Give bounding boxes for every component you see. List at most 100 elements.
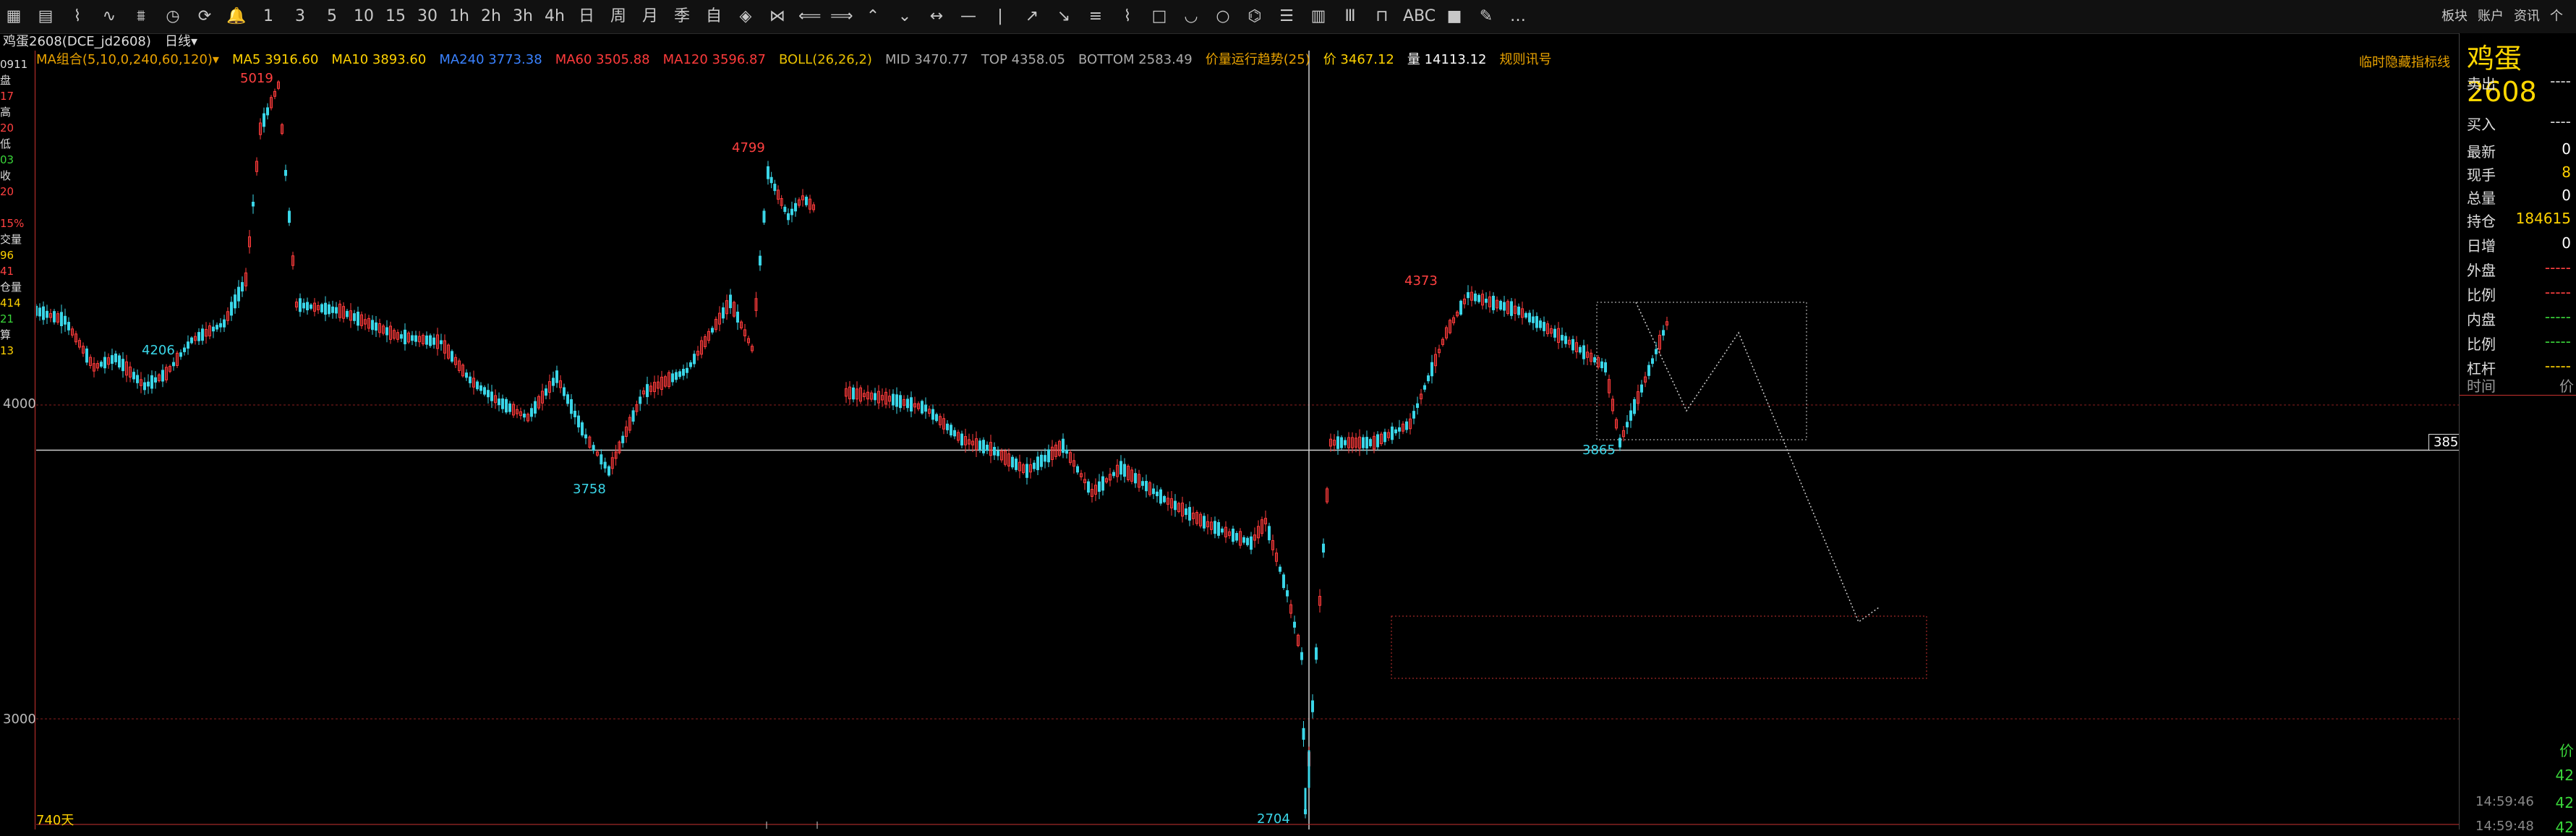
bowtie-icon[interactable]: ⋈ xyxy=(767,6,788,27)
period-3-icon[interactable]: 3 xyxy=(289,6,311,27)
ruler-icon[interactable]: ⊓ xyxy=(1371,6,1393,27)
ma-indicator-item: MA5 3916.60 xyxy=(231,52,319,67)
instrument-label[interactable]: 鸡蛋2608(DCE_jd2608) xyxy=(3,33,151,51)
trend-icon[interactable]: ↘ xyxy=(1053,6,1075,27)
candle-body xyxy=(1036,456,1039,471)
history-icon[interactable]: ◷ xyxy=(162,6,184,27)
ma-indicator-item: 价量运行趋势(25) xyxy=(1205,52,1310,67)
period-4h-icon[interactable]: 4h xyxy=(544,6,566,27)
candle-body xyxy=(414,335,417,342)
candle-body xyxy=(759,255,762,266)
candle-body xyxy=(783,206,787,213)
candle-body xyxy=(1423,385,1426,390)
text-icon[interactable]: ABC xyxy=(1403,6,1436,27)
hide-indicator-link[interactable]: 临时隐藏指标线 xyxy=(2359,52,2450,71)
toolbar-link[interactable]: 账户 xyxy=(2478,6,2504,27)
period-5-icon[interactable]: 5 xyxy=(321,6,343,27)
candle-icon[interactable]: ⩩ xyxy=(130,6,152,27)
period-30-icon[interactable]: 30 xyxy=(417,6,438,27)
candle-body xyxy=(1185,508,1187,516)
candle-body xyxy=(646,384,649,398)
period-3h-icon[interactable]: 3h xyxy=(512,6,534,27)
polyline-icon[interactable]: ⌇ xyxy=(1117,6,1138,27)
candle-body xyxy=(490,391,493,401)
candle-body xyxy=(895,394,898,407)
period-selector[interactable]: 日线▾ xyxy=(165,33,197,51)
candle-body xyxy=(1517,306,1520,315)
move-icon[interactable]: ↔ xyxy=(926,6,947,27)
toolbar-link[interactable]: 板块 xyxy=(2441,6,2468,27)
rect-icon[interactable]: □ xyxy=(1148,6,1170,27)
candle-body xyxy=(1532,316,1535,323)
period-2h-icon[interactable]: 2h xyxy=(480,6,502,27)
period-1-icon[interactable]: 1 xyxy=(257,6,279,27)
month-icon[interactable]: 月 xyxy=(639,6,661,27)
price-high-label: 4373 xyxy=(1404,273,1438,289)
ray-icon[interactable]: ↗ xyxy=(1021,6,1043,27)
refresh-icon[interactable]: ⟳ xyxy=(194,6,216,27)
left-panel-item: 收 xyxy=(0,169,12,182)
candle-body xyxy=(143,382,146,391)
down-double-icon[interactable]: ⌄ xyxy=(894,6,916,27)
up-double-icon[interactable]: ⌃ xyxy=(862,6,884,27)
candle-body xyxy=(1640,384,1643,393)
candle-body xyxy=(1065,449,1068,454)
quote-row-label: 内盘 xyxy=(2467,311,2496,328)
quarter-icon[interactable]: 季 xyxy=(671,6,693,27)
toolbar-link[interactable]: 个 xyxy=(2550,6,2563,27)
candle-body xyxy=(581,422,584,436)
week-icon[interactable]: 周 xyxy=(607,6,629,27)
candle-body xyxy=(1311,700,1314,712)
grid-icon[interactable]: ▦ xyxy=(3,6,25,27)
candle-body xyxy=(1302,728,1305,740)
period-1h-icon[interactable]: 1h xyxy=(448,6,470,27)
left-arrow-icon[interactable]: ⟸ xyxy=(798,6,822,27)
candle-body xyxy=(570,399,573,414)
day-icon[interactable]: 日 xyxy=(576,6,597,27)
price-low-label: 2704 xyxy=(1257,811,1290,827)
candle-body xyxy=(1629,410,1632,421)
candle-body xyxy=(1416,403,1419,408)
bars-icon[interactable]: Ⅲ xyxy=(1339,6,1361,27)
custom-icon[interactable]: 自 xyxy=(703,6,725,27)
hline-icon[interactable]: — xyxy=(958,6,979,27)
period-15-icon[interactable]: 15 xyxy=(385,6,406,27)
candle-body xyxy=(978,440,981,451)
fan-icon[interactable]: ☰ xyxy=(1276,6,1297,27)
candle-body xyxy=(53,311,56,323)
channel-icon[interactable]: ≡ xyxy=(1085,6,1106,27)
right-arrow-icon[interactable]: ⟹ xyxy=(830,6,853,27)
candle-body xyxy=(237,286,240,302)
color-icon[interactable]: ■ xyxy=(1443,6,1465,27)
circle-icon[interactable]: ○ xyxy=(1212,6,1234,27)
candle-body xyxy=(183,347,186,352)
gann-icon[interactable]: ▥ xyxy=(1308,6,1329,27)
vline-icon[interactable]: | xyxy=(989,6,1011,27)
candle-body xyxy=(241,282,244,291)
quote-row-label: 持仓 xyxy=(2467,213,2496,230)
period-10-icon[interactable]: 10 xyxy=(353,6,375,27)
arc-icon[interactable]: ◡ xyxy=(1180,6,1202,27)
fib-icon[interactable]: ⌬ xyxy=(1244,6,1266,27)
candle-body xyxy=(136,375,139,383)
candle-body xyxy=(805,197,808,205)
candle-body xyxy=(1561,335,1564,341)
diamond-icon[interactable]: ◈ xyxy=(735,6,756,27)
candle-body xyxy=(411,335,414,341)
candlestick-chart[interactable] xyxy=(36,51,2466,829)
brush-icon[interactable]: ✎ xyxy=(1475,6,1497,27)
line-chart-icon[interactable]: ⌇ xyxy=(67,6,88,27)
toolbar-link[interactable]: 资讯 xyxy=(2514,6,2540,27)
indicator-icon[interactable]: ∿ xyxy=(98,6,120,27)
more-icon[interactable]: … xyxy=(1507,6,1529,27)
candle-body xyxy=(555,370,558,383)
chart-table-icon[interactable]: ▤ xyxy=(35,6,56,27)
candle-body xyxy=(1268,526,1271,541)
candle-body xyxy=(190,337,193,344)
candle-body xyxy=(320,304,323,312)
candle-body xyxy=(505,398,508,413)
candle-body xyxy=(1344,440,1347,445)
bell-icon[interactable]: 🔔 xyxy=(226,6,247,27)
candle-body xyxy=(892,393,895,406)
candle-body xyxy=(1145,481,1148,492)
